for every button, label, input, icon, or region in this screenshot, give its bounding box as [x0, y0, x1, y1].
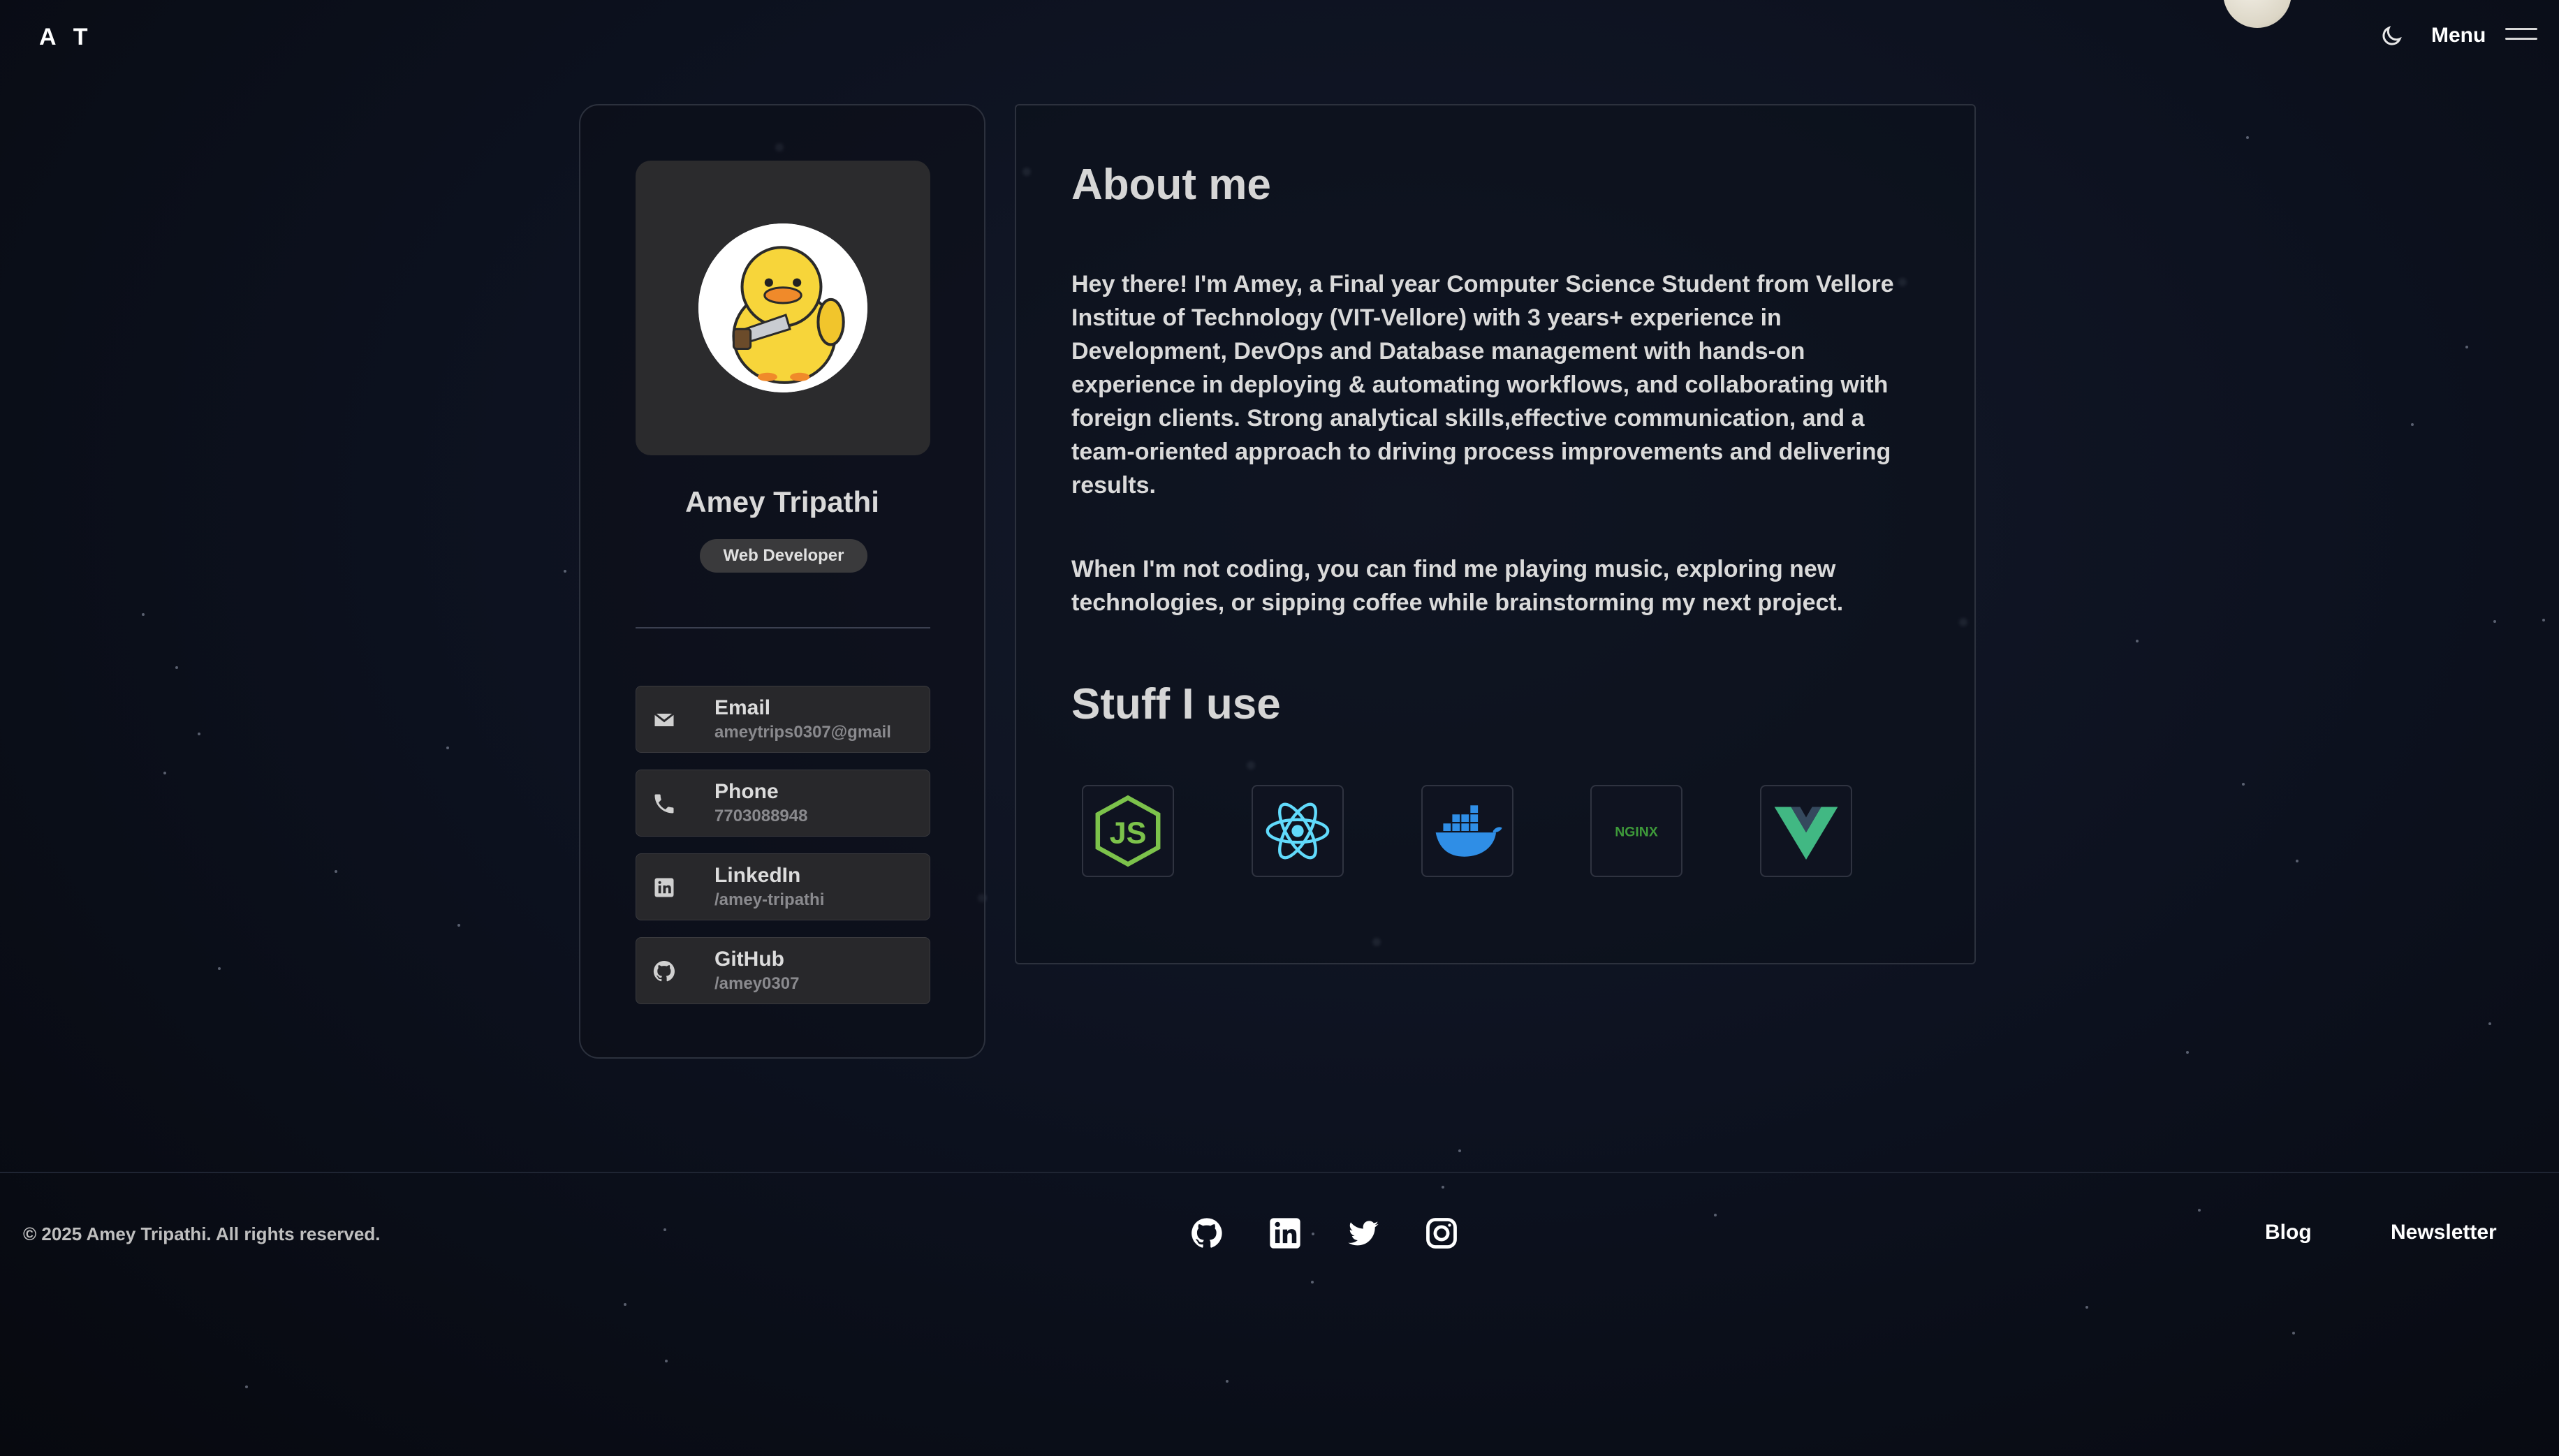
theme-toggle-moon-icon[interactable] [2379, 24, 2404, 49]
tool-vue[interactable] [1760, 785, 1852, 877]
linkedin-icon [652, 875, 677, 900]
contact-label: LinkedIn [714, 864, 801, 887]
footer-twitter-icon[interactable] [1345, 1215, 1381, 1251]
avatar [698, 223, 867, 392]
hamburger-icon[interactable] [2505, 28, 2537, 47]
footer-instagram-icon[interactable] [1423, 1215, 1460, 1251]
contact-value: ameytrips0307@gmail [714, 723, 891, 742]
about-title: About me [1071, 161, 1271, 209]
tool-nginx[interactable]: NGINX [1590, 785, 1682, 877]
contact-github[interactable]: GitHub /amey0307 [636, 937, 930, 1004]
mail-icon [652, 707, 677, 733]
react-icon [1266, 802, 1330, 860]
menu-button-label[interactable]: Menu [2431, 24, 2486, 47]
nginx-text: NGINX [1615, 825, 1658, 840]
site-logo[interactable]: A T [39, 24, 94, 51]
footer-github-icon[interactable] [1189, 1215, 1225, 1251]
phone-icon [652, 791, 677, 816]
nodejs-icon: JS [1095, 795, 1161, 867]
about-paragraph: Hey there! I'm Amey, a Final year Comput… [1071, 271, 1894, 499]
contact-email[interactable]: Email ameytrips0307@gmail [636, 686, 930, 753]
vue-icon [1774, 807, 1838, 860]
docker-icon [1435, 805, 1502, 857]
tool-react[interactable] [1252, 785, 1344, 877]
profile-card: Amey Tripathi Web Developer Email ameytr… [579, 104, 985, 1059]
contact-value: /amey-tripathi [714, 890, 825, 909]
role-badge: Web Developer [700, 539, 867, 573]
avatar-container [636, 161, 930, 455]
footer-link-newsletter[interactable]: Newsletter [2391, 1221, 2497, 1244]
divider [636, 627, 930, 628]
footer-link-blog[interactable]: Blog [2265, 1221, 2312, 1244]
footer-linkedin-icon[interactable] [1267, 1215, 1303, 1251]
profile-name: Amey Tripathi [685, 485, 879, 518]
nginx-icon: NGINX [1615, 825, 1658, 840]
moon-decoration [2223, 0, 2292, 28]
contact-label: Email [714, 696, 771, 719]
copyright: © 2025 Amey Tripathi. All rights reserve… [23, 1223, 381, 1244]
github-icon [652, 959, 677, 984]
contact-phone[interactable]: Phone 7703088948 [636, 770, 930, 837]
about-card: About me Hey there! I'm Amey, a Final ye… [1015, 104, 1976, 964]
stuff-title: Stuff I use [1071, 680, 1281, 728]
contact-linkedin[interactable]: LinkedIn /amey-tripathi [636, 853, 930, 920]
contact-value: /amey0307 [714, 974, 800, 993]
duck-avatar-icon [698, 223, 867, 392]
tool-docker[interactable] [1421, 785, 1513, 877]
svg-text:JS: JS [1110, 816, 1147, 850]
about-paragraph: When I'm not coding, you can find me pla… [1071, 556, 1844, 616]
contact-label: Phone [714, 780, 779, 803]
contact-label: GitHub [714, 948, 784, 971]
footer-divider [0, 1172, 2559, 1173]
tool-nodejs[interactable]: JS [1082, 785, 1174, 877]
contact-value: 7703088948 [714, 807, 808, 825]
